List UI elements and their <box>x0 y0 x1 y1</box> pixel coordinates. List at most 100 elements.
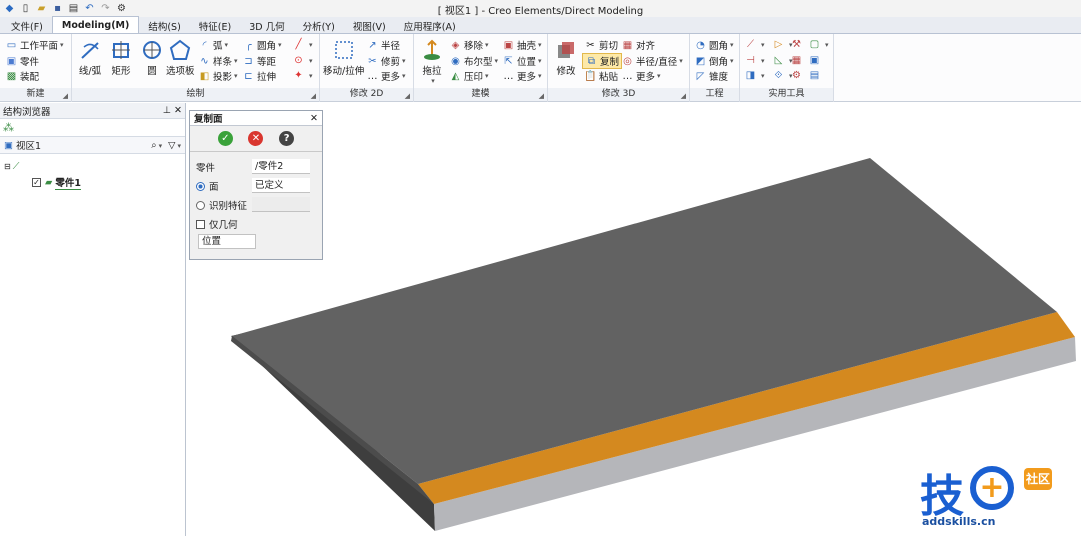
shell-button[interactable]: ▣ 抽壳 ▾ <box>502 38 542 53</box>
more-icon: … <box>503 70 514 82</box>
tab-file[interactable]: 文件(F) <box>2 18 52 33</box>
paste-button[interactable]: 📋 粘贴 <box>584 69 618 84</box>
close-icon[interactable]: ✕ <box>310 113 318 124</box>
transform-icon: ⟐ <box>774 70 783 81</box>
tab-3d-geometry[interactable]: 3D 几何 <box>240 18 293 33</box>
part-field[interactable]: /零件2 <box>252 159 310 174</box>
root-line-icon: ⟋ <box>12 161 20 172</box>
line-icon: ╱ <box>295 39 302 50</box>
chamfer-button[interactable]: ◩ 倒角 ▾ <box>694 54 734 69</box>
title-bar: ◆ ▯ ▰ ▪ ▤ ↶ ↷ ⚙ [ 视区1 ] - Creo Elements/… <box>0 0 1081 17</box>
table-button[interactable]: ▤ <box>808 69 823 82</box>
rectangle-button[interactable]: 矩形 <box>108 37 134 77</box>
radius-button[interactable]: ↗ 半径 <box>366 38 400 53</box>
circle-icon <box>139 37 165 63</box>
eng-fillet-button[interactable]: ◔ 圆角 ▾ <box>694 38 733 53</box>
feature-radio[interactable] <box>196 200 205 210</box>
imprint-icon: ◭ <box>451 70 460 82</box>
face-field[interactable]: 已定义 <box>252 178 310 193</box>
structure-browser: 结构浏览器 ⊥ ✕ ⁂ ▣ 视区1 ⌕ ▾ ▽ ▾ ⊟ ⟋ ✓ ▰ 零件1 <box>0 103 186 536</box>
pull-button[interactable]: 拖拉 ▾ <box>419 37 445 85</box>
tree-root[interactable]: ⊟ ⟋ <box>4 161 19 172</box>
spline-button[interactable]: ∿ 样条 ▾ <box>198 54 237 69</box>
grid-icon: ▦ <box>791 55 802 66</box>
more-modeling-button[interactable]: … 更多 ▾ <box>502 69 542 84</box>
dialog-launcher-icon[interactable]: ◢ <box>405 92 410 100</box>
point-tool-button[interactable]: ⊙ ▾ <box>292 54 312 67</box>
dimension-icon: ⊣ <box>746 55 755 66</box>
measure-button[interactable]: ⟋ ▾ <box>744 38 765 51</box>
ok-button[interactable]: ✓ <box>217 131 233 146</box>
tab-feature[interactable]: 特征(E) <box>190 18 240 33</box>
group-label-modify-2d: 修改 2D <box>320 88 413 101</box>
imprint-button[interactable]: ◭ 压印 ▾ <box>449 69 489 84</box>
grid-button[interactable]: ▦ <box>790 54 805 67</box>
section-button[interactable]: ◨ ▾ <box>744 69 765 82</box>
tree-item-part[interactable]: ✓ ▰ 零件1 <box>20 175 81 190</box>
dialog-launcher-icon[interactable]: ◢ <box>539 92 544 100</box>
more-2d-button[interactable]: … 更多 ▾ <box>366 69 406 84</box>
assembly-button[interactable]: ▩ 装配 <box>5 69 39 84</box>
tab-modeling[interactable]: Modeling(M) <box>51 16 140 33</box>
group-new: ▭ 工作平面 ▾ ▣ 零件 ▩ 装配 新建 ◢ <box>0 34 72 102</box>
modify-button[interactable]: 修改 <box>553 37 579 77</box>
position-button[interactable]: 位置 <box>198 234 256 249</box>
line-tool-button[interactable]: ╱ ▾ <box>292 38 312 51</box>
arc-button[interactable]: ◜ 弧 ▾ <box>198 38 228 53</box>
cut-button[interactable]: ✂ 剪切 <box>584 38 618 53</box>
sketch-fillet-button[interactable]: ╭ 圆角 ▾ <box>242 38 281 53</box>
project-button[interactable]: ◧ 投影 ▾ <box>198 69 238 84</box>
template-button[interactable]: 选项板 <box>166 37 195 77</box>
position-button[interactable]: ⇱ 位置 ▾ <box>502 54 541 69</box>
group-label-draw: 绘制 <box>72 88 319 101</box>
pentagon-icon <box>167 37 193 63</box>
tree-view-icon[interactable]: ⁂ <box>3 121 14 134</box>
group-label-engineering: 工程 <box>690 88 739 101</box>
repair-button[interactable]: ⚙ <box>790 69 805 82</box>
boolean-button[interactable]: ◉ 布尔型 ▾ <box>449 54 498 69</box>
help-button[interactable]: ? <box>279 131 295 146</box>
copy-button[interactable]: ⧉ 复制 <box>582 53 623 69</box>
construct-tool-button[interactable]: ✦ ▾ <box>292 69 312 82</box>
pin-icon[interactable]: ⊥ <box>163 105 171 116</box>
dialog-launcher-icon[interactable]: ◢ <box>311 92 316 100</box>
viewport-selector[interactable]: ▣ 视区1 ⌕ ▾ ▽ ▾ <box>0 137 185 154</box>
trim-icon: ✂ <box>368 55 377 67</box>
render-button[interactable]: ▣ <box>808 54 823 67</box>
expand-icon[interactable]: ⊟ <box>4 162 11 171</box>
align-button[interactable]: ▦ 对齐 <box>621 38 655 53</box>
dialog-launcher-icon[interactable]: ◢ <box>681 92 686 100</box>
tab-structure[interactable]: 结构(S) <box>139 18 189 33</box>
line-arc-button[interactable]: 线/弧 <box>77 37 103 77</box>
color-button[interactable]: ▢ ▾ <box>808 38 829 51</box>
visibility-checkbox[interactable]: ✓ <box>32 178 41 187</box>
cancel-button[interactable]: ✕ <box>248 131 264 146</box>
move-stretch-button[interactable]: 移动/拉伸 <box>323 37 364 77</box>
extrude-button[interactable]: ⊏ 拉伸 <box>242 69 276 84</box>
check-button[interactable]: ⚒ <box>790 38 805 51</box>
filter-icon[interactable]: ▽ <box>168 140 175 151</box>
tab-view[interactable]: 视图(V) <box>344 18 395 33</box>
geom-only-checkbox[interactable] <box>196 219 205 229</box>
close-icon[interactable]: ✕ <box>174 105 182 116</box>
binoculars-icon[interactable]: ⌕ <box>151 140 156 151</box>
copy-icon: ⧉ <box>587 55 596 67</box>
remove-button[interactable]: ◈ 移除 ▾ <box>449 38 489 53</box>
radius-diameter-button[interactable]: ◎ 半径/直径 ▾ <box>621 54 683 69</box>
measure-icon: ⟋ <box>747 39 754 50</box>
part-button[interactable]: ▣ 零件 <box>5 54 39 69</box>
face-radio[interactable] <box>196 181 205 191</box>
offset-button[interactable]: ⊐ 等距 <box>242 54 276 69</box>
logo-plus-icon: + <box>970 466 1014 510</box>
trim-button[interactable]: ✂ 修剪 ▾ <box>366 54 405 69</box>
tab-applications[interactable]: 应用程序(A) <box>395 18 465 33</box>
dimension-button[interactable]: ⊣ ▾ <box>744 54 764 67</box>
dialog-action-bar: ✓ ✕ ? <box>190 126 322 152</box>
workplane-button[interactable]: ▭ 工作平面 ▾ <box>5 38 64 53</box>
circle-button[interactable]: 圆 <box>139 37 165 77</box>
feature-field[interactable] <box>252 197 310 212</box>
dialog-launcher-icon[interactable]: ◢ <box>63 92 68 100</box>
more-3d-button[interactable]: … 更多 ▾ <box>621 69 661 84</box>
taper-button[interactable]: ◸ 锥度 <box>694 69 728 84</box>
tab-analysis[interactable]: 分析(Y) <box>294 18 344 33</box>
